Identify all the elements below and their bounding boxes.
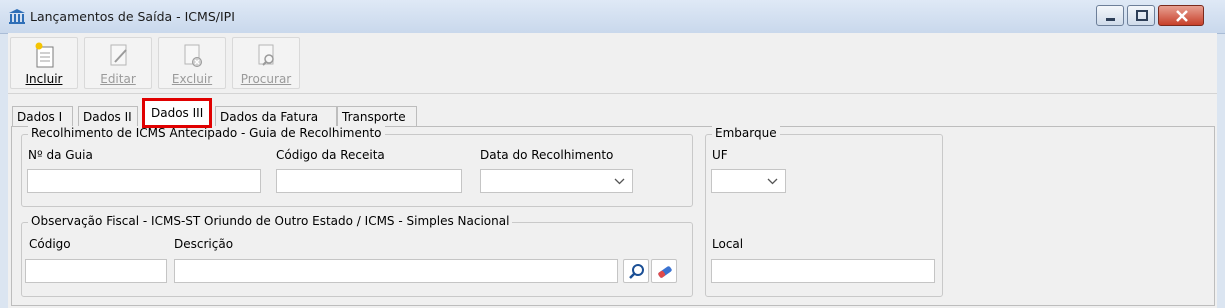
procurar-button[interactable]: Procurar [232, 37, 300, 89]
data-recolhimento-select[interactable] [480, 169, 633, 193]
uf-select[interactable] [711, 169, 786, 193]
building-columns-icon [8, 8, 26, 25]
application-window: Lançamentos de Saída - ICMS/IPI Incluir … [0, 0, 1225, 308]
editar-button[interactable]: Editar [84, 37, 152, 89]
data-recolhimento-label: Data do Recolhimento [480, 148, 614, 162]
local-label: Local [712, 237, 744, 251]
tab-dados-da-fatura[interactable]: Dados da Fatura [215, 106, 337, 126]
eraser-icon [658, 266, 672, 278]
local-input[interactable] [711, 259, 935, 283]
title-bar[interactable]: Lançamentos de Saída - ICMS/IPI [0, 0, 1225, 34]
close-icon [1176, 10, 1188, 22]
codigo-receita-input[interactable] [276, 169, 462, 193]
clear-button[interactable] [651, 259, 677, 283]
minimize-button[interactable] [1096, 5, 1124, 26]
tab-control: Dados I Dados II Dados III Dados da Fatu… [8, 95, 1217, 308]
observacao-fiscal-group: Observação Fiscal - ICMS-ST Oriundo de O… [21, 214, 693, 297]
procurar-label: Procurar [240, 72, 292, 86]
client-area: Incluir Editar Excluir Procurar Dados I … [8, 33, 1217, 308]
chevron-down-icon [767, 178, 778, 185]
num-guia-label: Nº da Guia [28, 148, 93, 162]
magnifier-icon [629, 264, 644, 279]
toolbar: Incluir Editar Excluir Procurar [8, 33, 1217, 94]
tab-dados-iii[interactable]: Dados III [142, 98, 212, 128]
codigo-input[interactable] [25, 259, 167, 283]
recolhimento-group: Recolhimento de ICMS Antecipado - Guia d… [21, 126, 693, 207]
new-document-icon [35, 42, 54, 68]
search-button[interactable] [623, 259, 649, 283]
search-document-icon [258, 44, 274, 66]
maximize-button[interactable] [1127, 5, 1155, 26]
descricao-input[interactable] [174, 259, 618, 283]
excluir-label: Excluir [171, 72, 213, 86]
embarque-group-title: Embarque [712, 126, 780, 140]
minimize-icon [1106, 18, 1115, 21]
codigo-receita-label: Código da Receita [276, 148, 385, 162]
descricao-label: Descrição [174, 237, 234, 251]
recolhimento-group-title: Recolhimento de ICMS Antecipado - Guia d… [28, 126, 385, 140]
window-title: Lançamentos de Saída - ICMS/IPI [30, 9, 235, 24]
excluir-button[interactable]: Excluir [158, 37, 226, 89]
uf-label: UF [712, 148, 728, 162]
incluir-button[interactable]: Incluir [10, 37, 78, 89]
editar-label: Editar [100, 72, 136, 86]
edit-document-icon [110, 44, 127, 66]
close-button[interactable] [1158, 5, 1204, 26]
tab-transporte[interactable]: Transporte [337, 106, 417, 126]
embarque-group: Embarque UF Local [705, 126, 943, 297]
observacao-group-title: Observação Fiscal - ICMS-ST Oriundo de O… [28, 214, 513, 228]
tab-dados-i[interactable]: Dados I [12, 106, 73, 126]
maximize-icon [1136, 10, 1148, 21]
chevron-down-icon [614, 178, 625, 185]
delete-document-icon [184, 44, 202, 67]
incluir-label: Incluir [25, 72, 63, 86]
tab-panel-dados-iii: Recolhimento de ICMS Antecipado - Guia d… [11, 126, 1215, 306]
codigo-label: Código [29, 237, 71, 251]
num-guia-input[interactable] [27, 169, 261, 193]
tab-dados-ii[interactable]: Dados II [78, 106, 138, 126]
